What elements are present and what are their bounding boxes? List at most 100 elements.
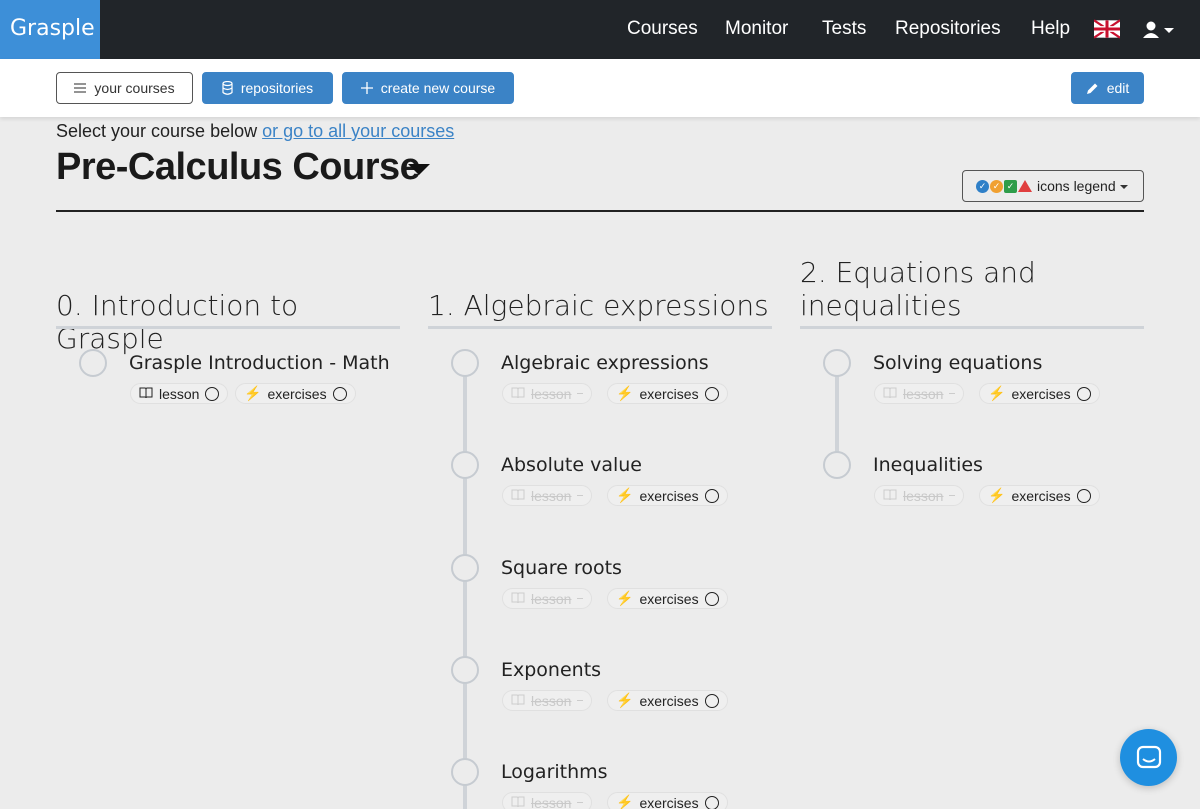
chevron-down-icon: [1164, 28, 1174, 33]
chapter-title: 1. Algebraic expressions: [428, 289, 769, 322]
lesson-item: Square roots lesson ⚡ exercises: [451, 554, 751, 634]
lesson-title[interactable]: Square roots: [501, 557, 622, 579]
your-courses-label: your courses: [94, 80, 175, 96]
lesson-title[interactable]: Grasple Introduction - Math: [129, 352, 390, 374]
repositories-button[interactable]: repositories: [202, 72, 333, 104]
lesson-label: lesson: [531, 692, 572, 709]
lesson-pill: lesson: [874, 485, 965, 506]
uk-flag-icon[interactable]: [1094, 19, 1120, 39]
your-courses-button[interactable]: your courses: [56, 72, 193, 104]
icons-legend-button[interactable]: ✓ ✓ ✓ icons legend: [962, 170, 1144, 202]
lesson-item: Grasple Introduction - Math lesson ⚡ exe…: [79, 349, 390, 429]
book-icon: [511, 488, 525, 504]
lesson-label: lesson: [531, 590, 572, 607]
chapter-divider: [56, 326, 400, 329]
exercises-pill[interactable]: ⚡ exercises: [979, 383, 1100, 404]
progress-node: [823, 451, 851, 479]
lightning-icon: ⚡: [616, 794, 634, 809]
status-circle-icon: [1076, 488, 1091, 503]
lesson-item: Inequalities lesson ⚡ exercises: [823, 451, 1123, 531]
lesson-pill: lesson: [874, 383, 965, 404]
edit-label: edit: [1106, 80, 1130, 96]
lesson-title[interactable]: Absolute value: [501, 454, 642, 476]
list-icon: [74, 83, 87, 93]
lesson-title[interactable]: Inequalities: [873, 454, 983, 476]
lesson-item: Algebraic expressions lesson ⚡ exercises: [451, 349, 751, 429]
status-circle-icon: [1076, 386, 1091, 401]
lesson-title[interactable]: Exponents: [501, 659, 601, 681]
nav-monitor[interactable]: Monitor: [725, 0, 788, 59]
progress-node: [451, 451, 479, 479]
lesson-title[interactable]: Logarithms: [501, 761, 608, 783]
exercises-pill[interactable]: ⚡ exercises: [607, 588, 728, 609]
exercises-pill[interactable]: ⚡ exercises: [235, 383, 356, 404]
repositories-label: repositories: [240, 80, 314, 96]
exercises-label: exercises: [639, 692, 699, 709]
nav-repositories[interactable]: Repositories: [895, 0, 1001, 59]
progress-node: [451, 656, 479, 684]
create-new-course-button[interactable]: create new course: [342, 72, 514, 104]
lesson-item: Solving equations lesson ⚡ exercises: [823, 349, 1123, 429]
lesson-label: lesson: [903, 487, 944, 504]
exercises-label: exercises: [639, 590, 699, 607]
chat-launcher-button[interactable]: [1120, 729, 1177, 786]
edit-button[interactable]: edit: [1071, 72, 1144, 104]
create-new-course-label: create new course: [380, 80, 496, 96]
book-icon: [883, 386, 897, 402]
lesson-pill: lesson: [502, 588, 593, 609]
lesson-pill: lesson: [502, 792, 593, 809]
book-icon: [883, 488, 897, 504]
all-courses-link[interactable]: or go to all your courses: [262, 121, 454, 141]
exercises-label: exercises: [267, 385, 327, 402]
lesson-title[interactable]: Algebraic expressions: [501, 352, 709, 374]
status-dash-icon: [577, 598, 584, 599]
lightning-icon: ⚡: [988, 385, 1006, 401]
title-divider: [56, 210, 1144, 212]
status-dash-icon: [577, 700, 584, 701]
lightning-icon: ⚡: [988, 487, 1006, 503]
lightning-icon: ⚡: [616, 385, 634, 401]
exercises-pill[interactable]: ⚡ exercises: [607, 690, 728, 711]
lesson-pill: lesson: [502, 383, 593, 404]
user-menu[interactable]: [1142, 19, 1178, 41]
exercises-label: exercises: [639, 794, 699, 809]
chapter-divider: [800, 326, 1144, 329]
status-dash-icon: [577, 393, 584, 394]
lesson-pill: lesson: [502, 690, 593, 711]
user-icon: [1143, 21, 1174, 38]
exercises-pill[interactable]: ⚡ exercises: [607, 485, 728, 506]
pencil-icon: [1086, 82, 1099, 95]
lesson-pill[interactable]: lesson: [130, 383, 229, 404]
status-circle-icon: [332, 386, 347, 401]
progress-node: [451, 554, 479, 582]
lesson-item: Exponents lesson ⚡ exercises: [451, 656, 751, 736]
progress-node: [451, 349, 479, 377]
course-title[interactable]: Pre-Calculus Course: [56, 146, 421, 189]
lesson-title[interactable]: Solving equations: [873, 352, 1042, 374]
database-icon: [222, 81, 233, 95]
nav-help[interactable]: Help: [1031, 0, 1070, 59]
nav-tests[interactable]: Tests: [822, 0, 866, 59]
progress-node: [79, 349, 107, 377]
lesson-item: Absolute value lesson ⚡ exercises: [451, 451, 751, 531]
lightning-icon: ⚡: [244, 385, 262, 401]
exercises-pill[interactable]: ⚡ exercises: [607, 383, 728, 404]
chapter-divider: [428, 326, 772, 329]
lesson-label: lesson: [903, 385, 944, 402]
top-navbar: Grasple Courses Monitor Tests Repositori…: [0, 0, 1200, 59]
exercises-pill[interactable]: ⚡ exercises: [979, 485, 1100, 506]
book-icon: [511, 795, 525, 809]
check-circle-orange-icon: ✓: [990, 179, 1003, 193]
progress-node: [451, 758, 479, 786]
lightning-icon: ⚡: [616, 487, 634, 503]
chapter-title: 0. Introduction to Grasple: [56, 289, 299, 355]
brand-logo[interactable]: Grasple: [0, 0, 100, 59]
exercises-label: exercises: [639, 487, 699, 504]
nav-courses[interactable]: Courses: [627, 0, 698, 59]
progress-node: [823, 349, 851, 377]
exercises-label: exercises: [639, 385, 699, 402]
course-dropdown-caret-icon[interactable]: [408, 164, 430, 175]
book-icon: [139, 386, 153, 402]
exercises-pill[interactable]: ⚡ exercises: [607, 792, 728, 809]
select-course-prefix: Select your course below: [56, 121, 258, 141]
